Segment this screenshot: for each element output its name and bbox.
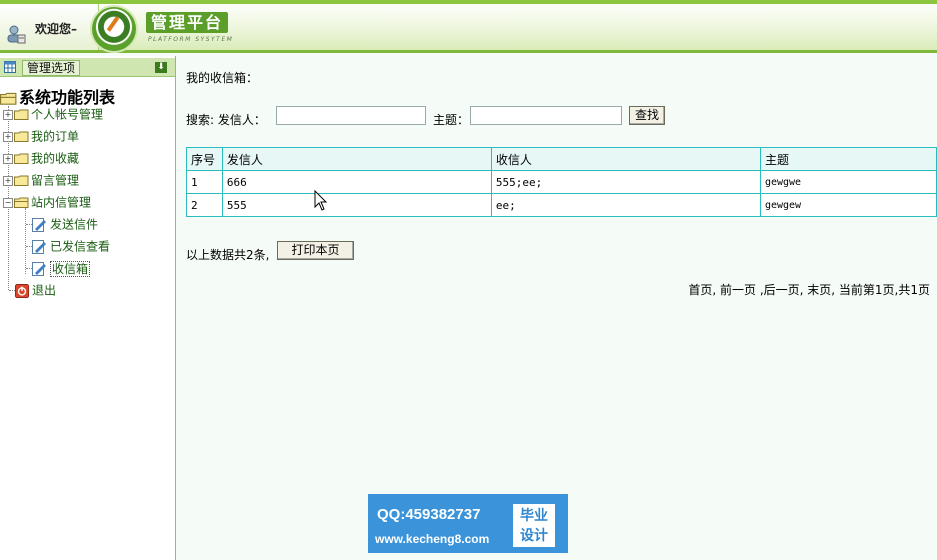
table-row[interactable]: 2 555 ee; gewgew (186, 193, 937, 217)
sidebar-item-send-mail[interactable]: 发送信件 (31, 215, 98, 233)
collapse-icon[interactable]: − (3, 197, 13, 208)
welcome-box: 欢迎您– (0, 4, 99, 50)
watermark-badge: 毕业 设计 (513, 504, 555, 547)
page-title: 我的收信箱： (186, 71, 259, 85)
sidebar-item-inbox[interactable]: 收信箱 (31, 259, 91, 277)
print-page-button[interactable]: 打印本页 (277, 241, 354, 260)
sidebar-item-label[interactable]: 站内信管理 (31, 196, 91, 210)
sidebar-item-label[interactable]: 我的订单 (31, 130, 79, 144)
cell-sender: 666 (221, 170, 492, 194)
table-icon (4, 61, 16, 73)
sidebar: 管理选项 ⬇ 系统功能列表 + 个人帐号管理 + 我的订单 + 我的收藏 + 留言管理 … (0, 56, 176, 560)
document-icon (32, 217, 46, 232)
folder-open-icon (0, 92, 17, 105)
column-header: 主题 (759, 147, 937, 171)
tree-line (25, 208, 26, 274)
cell-index: 2 (186, 193, 223, 217)
table-header-row: 序号 发信人 收信人 主题 (186, 147, 937, 171)
logo-icon (92, 7, 136, 51)
tree-title: 系统功能列表 (0, 84, 115, 107)
menu-options-button[interactable]: 管理选项 (22, 60, 81, 76)
sidebar-item-label[interactable]: 已发信查看 (50, 240, 110, 254)
expand-icon[interactable]: + (3, 131, 13, 142)
sidebar-item-label[interactable]: 收信箱 (50, 260, 91, 277)
inbox-table: 序号 发信人 收信人 主题 1 666 555;ee; gewgwe 2 555… (186, 147, 937, 217)
sidebar-item-label[interactable]: 发送信件 (50, 218, 98, 232)
sidebar-header: 管理选项 ⬇ (0, 58, 175, 77)
sidebar-item-orders[interactable]: + 我的订单 (3, 127, 79, 145)
welcome-text: 欢迎您– (35, 22, 78, 36)
search-sender-label: 搜索: 发信人： (186, 113, 266, 127)
sidebar-item-label[interactable]: 个人帐号管理 (31, 108, 103, 122)
document-icon (32, 239, 46, 254)
app-header: 欢迎您– 管理平台 PLATFORM SYSYTEM (0, 0, 937, 53)
sidebar-item-account[interactable]: + 个人帐号管理 (3, 105, 103, 123)
column-header: 收信人 (490, 147, 761, 171)
table-row[interactable]: 1 666 555;ee; gewgwe (186, 170, 937, 194)
column-header: 序号 (186, 147, 223, 171)
sidebar-item-label[interactable]: 退出 (32, 284, 56, 298)
expand-icon[interactable]: + (3, 175, 13, 186)
sender-search-input[interactable] (276, 106, 426, 125)
cell-index: 1 (186, 170, 223, 194)
folder-icon (14, 175, 29, 186)
cell-sender: 555 (221, 193, 492, 217)
sidebar-item-label[interactable]: 留言管理 (31, 174, 79, 188)
collapse-arrow-icon[interactable]: ⬇ (155, 62, 167, 73)
main-content: 我的收信箱： 搜索: 发信人： 主题： 查找 序号 发信人 收信人 主题 1 6… (177, 56, 937, 560)
sidebar-item-label[interactable]: 我的收藏 (31, 152, 79, 166)
cell-subject[interactable]: gewgwe (759, 170, 937, 194)
badge-line: 设计 (520, 528, 548, 544)
subject-search-input[interactable] (470, 106, 622, 125)
expand-icon[interactable]: + (3, 153, 13, 164)
exit-icon (15, 283, 29, 298)
folder-icon (14, 153, 29, 164)
sidebar-item-favorites[interactable]: + 我的收藏 (3, 149, 79, 167)
mouse-cursor-icon (314, 190, 328, 211)
record-count-text: 以上数据共2条, (186, 248, 270, 262)
subject-label: 主题： (433, 113, 470, 127)
watermark-url: www.kecheng8.com (375, 532, 490, 546)
folder-icon (14, 131, 29, 142)
sidebar-item-sent-mail[interactable]: 已发信查看 (31, 237, 110, 255)
document-icon (32, 261, 46, 276)
cell-recipient: ee; (490, 193, 761, 217)
watermark-banner: QQ:459382737 www.kecheng8.com 毕业 设计 (368, 494, 568, 553)
platform-subtitle: PLATFORM SYSYTEM (148, 36, 234, 43)
pagination[interactable]: 首页, 前一页 ,后一页, 末页, 当前第1页,共1页 (688, 281, 930, 298)
header-top-strip (0, 0, 937, 4)
folder-icon (14, 109, 29, 120)
sidebar-item-site-mail[interactable]: − 站内信管理 (3, 193, 91, 211)
column-header: 发信人 (221, 147, 492, 171)
sidebar-item-messages[interactable]: + 留言管理 (3, 171, 79, 189)
expand-icon[interactable]: + (3, 109, 13, 120)
watermark-qq: QQ:459382737 (377, 506, 481, 523)
search-button[interactable]: 查找 (629, 106, 665, 125)
folder-open-icon (14, 197, 29, 208)
sidebar-item-logout[interactable]: 退出 (15, 281, 56, 299)
platform-title: 管理平台 (146, 12, 228, 33)
cell-subject[interactable]: gewgew (759, 193, 937, 217)
user-icon (7, 25, 26, 44)
cell-recipient: 555;ee; (490, 170, 761, 194)
badge-line: 毕业 (520, 508, 548, 524)
